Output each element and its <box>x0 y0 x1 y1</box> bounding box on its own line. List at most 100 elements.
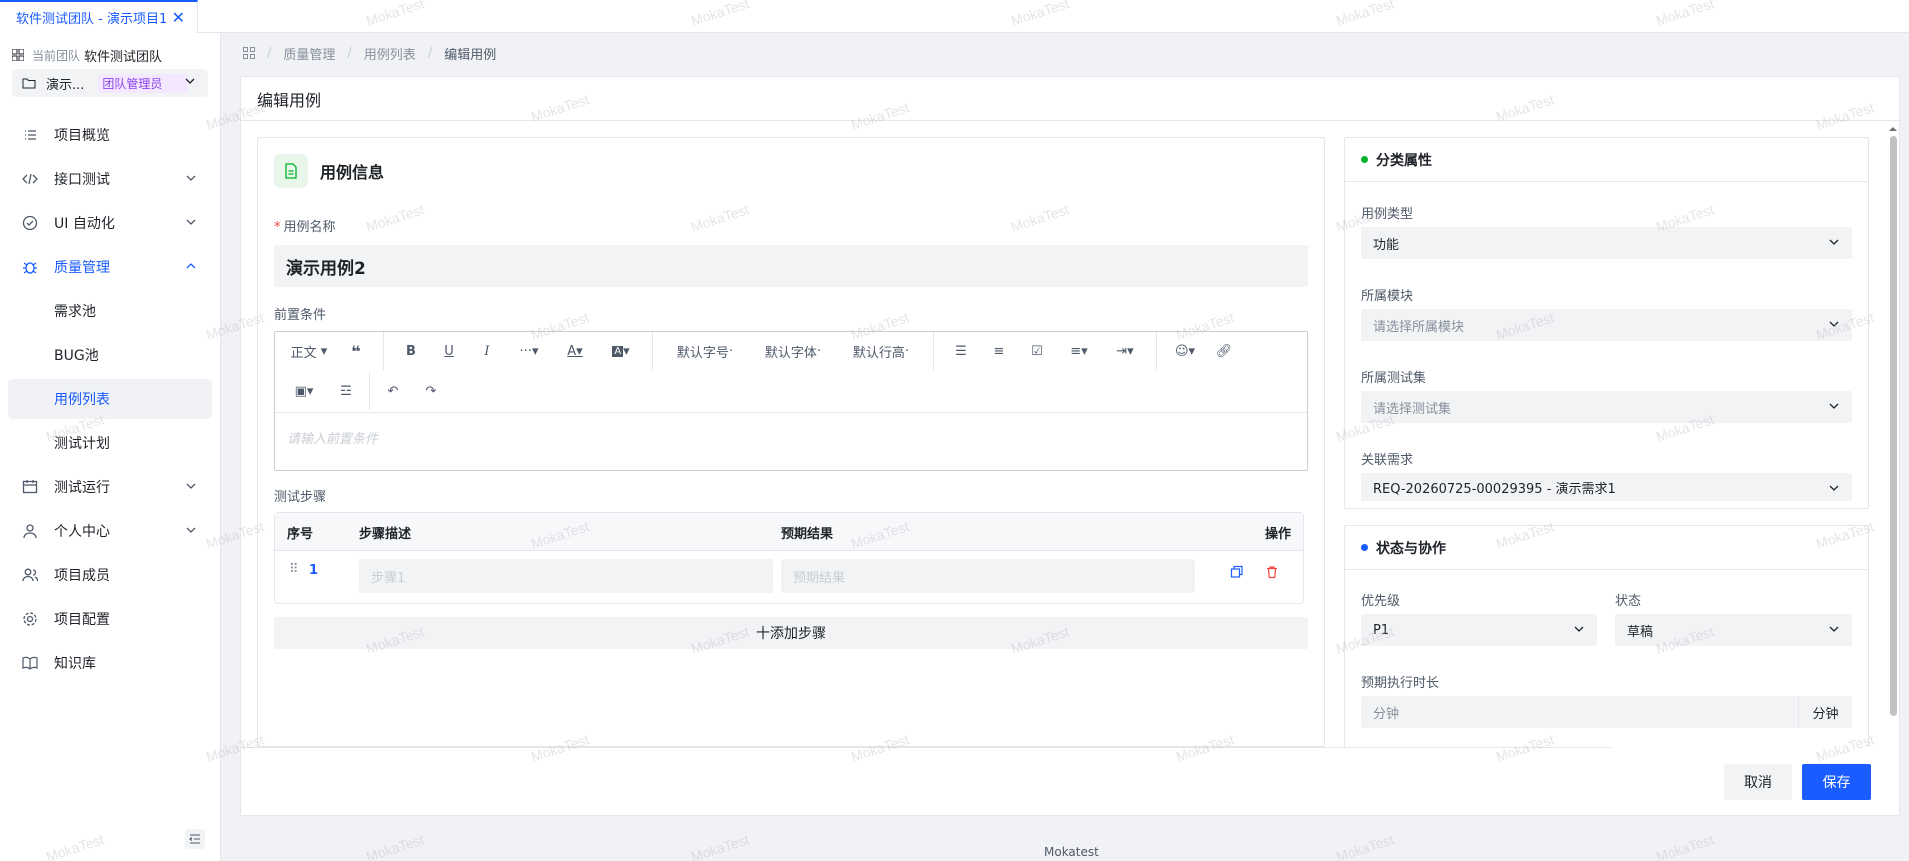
paragraph-select[interactable]: 正文 ▾ <box>281 338 337 364</box>
section-title: 用例信息 <box>320 163 385 182</box>
blue-dot-icon <box>1361 544 1368 551</box>
status-card: 状态与协作 优先级 P1 状态 草稿 预期执行时长 分钟 分钟 <box>1344 525 1869 747</box>
image-icon[interactable]: ▣▾ <box>281 378 327 404</box>
copy-icon[interactable] <box>1230 565 1244 579</box>
italic-icon[interactable]: I <box>468 338 506 364</box>
tab-project[interactable]: 软件测试团队 - 演示项目1 ✕ <box>0 0 198 33</box>
sidebar-item-overview[interactable]: 项目概览 <box>8 115 212 155</box>
steps-table: 序号 步骤描述 预期结果 操作 ⠿ 1 步骤1 预期结果 <box>274 512 1304 604</box>
toolbar-separator <box>383 332 384 370</box>
breadcrumb-item[interactable]: 用例列表 <box>364 44 416 63</box>
sidebar-item-label: 质量管理 <box>54 260 110 276</box>
close-icon[interactable]: ✕ <box>172 8 185 27</box>
watermark: MokaTest <box>1653 831 1716 861</box>
case-type-select[interactable]: 功能 <box>1361 227 1852 259</box>
requirement-select[interactable]: REQ-20260725-00029395 - 演示需求1 <box>1361 473 1852 501</box>
breadcrumb-item[interactable]: 质量管理 <box>283 44 335 63</box>
team-name[interactable]: 软件测试团队 <box>84 46 162 65</box>
todo-list-icon[interactable]: ☑ <box>1018 338 1056 364</box>
add-step-button[interactable]: 十添加步骤 <box>274 617 1308 649</box>
grid-icon[interactable] <box>243 47 255 59</box>
chevron-down-icon <box>1574 626 1584 632</box>
line-height-select[interactable]: 默认行高 · <box>837 338 925 364</box>
divider-icon[interactable]: ☲ <box>327 378 365 404</box>
project-select[interactable]: 演示... 团队管理员 <box>12 69 208 97</box>
steps-table-header: 序号 步骤描述 预期结果 操作 <box>275 513 1303 551</box>
divider <box>241 747 1611 748</box>
breadcrumb-separator: / <box>267 45 272 61</box>
case-info-header: 用例信息 <box>274 154 384 188</box>
sidebar-item-label: 需求池 <box>54 304 96 320</box>
align-icon[interactable]: ≡▾ <box>1056 338 1102 364</box>
chevron-down-icon <box>186 527 196 533</box>
case-name-input[interactable]: 演示用例2 <box>274 245 1308 287</box>
column-header: 序号 <box>287 527 314 542</box>
precondition-editor[interactable]: 正文 ▾ ❝ B U I ··· ▾ A▾ A ▾ 默认字号 · 默认字体 · 默认行高… <box>274 331 1308 471</box>
emoji-icon[interactable]: ☺▾ <box>1165 338 1205 364</box>
font-size-select[interactable]: 默认字号 · <box>661 338 749 364</box>
collapse-sidebar-button[interactable] <box>185 829 205 849</box>
sidebar-item-label: 用例列表 <box>54 392 110 408</box>
chevron-down-icon <box>1829 403 1839 409</box>
sidebar-item-api-test[interactable]: 接口测试 <box>8 159 212 199</box>
watermark: MokaTest <box>688 831 751 861</box>
calendar-icon <box>22 480 38 494</box>
duration-input[interactable]: 分钟 分钟 <box>1361 696 1852 728</box>
font-family-select[interactable]: 默认字体 · <box>749 338 837 364</box>
priority-select[interactable]: P1 <box>1361 614 1597 646</box>
redo-icon[interactable]: ↷ <box>412 378 450 404</box>
indent-icon[interactable]: ⇥▾ <box>1102 338 1148 364</box>
check-circle-icon <box>22 215 38 231</box>
suite-select[interactable]: 请选择测试集 <box>1361 391 1852 423</box>
green-dot-icon <box>1361 156 1368 163</box>
delete-icon[interactable] <box>1265 565 1279 579</box>
sidebar-item-test-plan[interactable]: 测试计划 <box>8 423 212 463</box>
sidebar-item-case-list[interactable]: 用例列表 <box>8 379 212 419</box>
sidebar-item-bugs[interactable]: BUG池 <box>8 335 212 375</box>
classify-title: 分类属性 <box>1376 152 1432 169</box>
underline-icon[interactable]: U <box>430 338 468 364</box>
module-select[interactable]: 请选择所属模块 <box>1361 309 1852 341</box>
undo-icon[interactable]: ↶ <box>374 378 412 404</box>
watermark: MokaTest <box>363 831 426 861</box>
classify-header: 分类属性 <box>1345 138 1868 182</box>
background-color-icon[interactable]: A ▾ <box>598 338 644 364</box>
sidebar-item-ui-automation[interactable]: UI 自动化 <box>8 203 212 243</box>
quote-icon[interactable]: ❝ <box>337 338 375 364</box>
sidebar-item-config[interactable]: 项目配置 <box>8 599 212 639</box>
chevron-down-icon <box>1829 321 1839 327</box>
team-row: 当前团队 软件测试团队 <box>12 45 162 65</box>
save-button[interactable]: 保存 <box>1802 764 1871 800</box>
numbered-list-icon[interactable]: ≡ <box>980 338 1018 364</box>
expected-result-input[interactable]: 预期结果 <box>781 559 1195 593</box>
module-label: 所属模块 <box>1361 289 1414 304</box>
requirement-label: 关联需求 <box>1361 453 1414 468</box>
sidebar-item-requirements[interactable]: 需求池 <box>8 291 212 331</box>
chevron-down-icon <box>186 219 196 225</box>
bullet-list-icon[interactable]: ☰ <box>942 338 980 364</box>
breadcrumb-current: 编辑用例 <box>444 47 497 63</box>
priority-label: 优先级 <box>1361 594 1401 609</box>
sidebar-item-quality[interactable]: 质量管理 <box>8 247 212 287</box>
scroll-thumb[interactable] <box>1890 136 1897 716</box>
step-description-input[interactable]: 步骤1 <box>359 559 773 593</box>
folder-icon <box>22 78 36 89</box>
suite-label: 所属测试集 <box>1361 371 1427 386</box>
bold-icon[interactable]: B <box>392 338 430 364</box>
state-select[interactable]: 草稿 <box>1615 614 1852 646</box>
watermark: MokaTest <box>1333 831 1396 861</box>
sidebar-item-personal[interactable]: 个人中心 <box>8 511 212 551</box>
scroll-up-icon[interactable] <box>1887 124 1899 134</box>
link-icon[interactable]: 🔗︎ <box>1205 338 1243 364</box>
editor-toolbar-row-1: 正文 ▾ ❝ B U I ··· ▾ A▾ A ▾ 默认字号 · 默认字体 · 默认行高… <box>281 332 1243 370</box>
sidebar-item-test-run[interactable]: 测试运行 <box>8 467 212 507</box>
scrollbar[interactable] <box>1887 122 1899 807</box>
more-format-icon[interactable]: ··· ▾ <box>506 338 552 364</box>
sidebar-item-members[interactable]: 项目成员 <box>8 555 212 595</box>
sidebar-item-knowledge[interactable]: 知识库 <box>8 643 212 683</box>
precondition-label: 前置条件 <box>274 308 327 323</box>
project-name: 演示... <box>46 77 85 93</box>
cancel-button[interactable]: 取消 <box>1724 764 1792 800</box>
drag-handle-icon[interactable]: ⠿ <box>289 562 299 577</box>
font-color-icon[interactable]: A▾ <box>552 338 598 364</box>
